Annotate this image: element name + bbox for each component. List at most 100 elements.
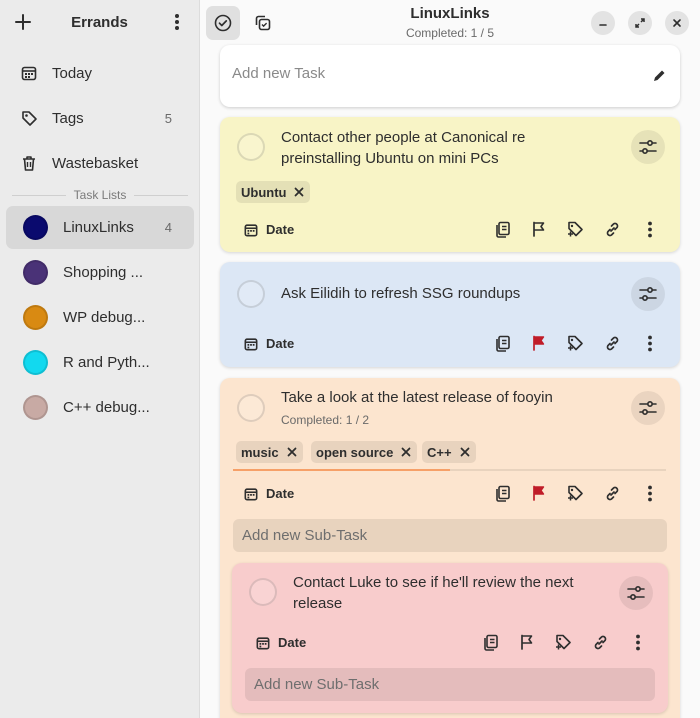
sidebar-list-cpp-debug[interactable]: C++ debug...: [6, 386, 194, 429]
calendar-icon: [256, 636, 270, 649]
toggle-completed-button[interactable]: [206, 6, 240, 40]
notes-icon: [496, 335, 510, 352]
task-title[interactable]: Contact other people at Canonical re pre…: [281, 127, 611, 169]
task-lists-section-header: Task Lists: [12, 188, 188, 202]
list-name: C++ debug...: [63, 399, 150, 416]
task-details-button[interactable]: [631, 130, 665, 164]
add-tag-button[interactable]: [562, 330, 588, 356]
sidebar-list-wp-debug[interactable]: WP debug...: [6, 296, 194, 339]
sidebar-list-r-python[interactable]: R and Pyth...: [6, 341, 194, 384]
flag-icon: [533, 221, 545, 237]
tag-add-icon: [567, 335, 583, 350]
list-name: WP debug...: [63, 309, 146, 326]
task-details-button[interactable]: [631, 277, 665, 311]
priority-button[interactable]: [526, 330, 552, 356]
tag-icon: [20, 109, 38, 127]
notes-icon: [484, 634, 498, 651]
notes-button[interactable]: [478, 629, 504, 655]
calendar-icon: [244, 223, 258, 236]
sidebar: Errands Today Tags 5 Wastebasket Task Li…: [0, 0, 200, 718]
add-subtask-entry: [245, 668, 655, 701]
add-tag-button[interactable]: [550, 629, 576, 655]
flag-icon: [521, 634, 533, 650]
sidebar-item-today[interactable]: Today: [6, 53, 194, 93]
link-icon: [606, 486, 618, 500]
add-tag-button[interactable]: [562, 480, 588, 506]
tag-chip: Ubuntu: [236, 181, 311, 203]
more-options-button[interactable]: [625, 629, 651, 655]
notes-button[interactable]: [490, 216, 516, 242]
sidebar-item-wastebasket[interactable]: Wastebasket: [6, 143, 194, 183]
notes-icon: [496, 485, 510, 502]
remove-tag-icon[interactable]: [458, 445, 472, 459]
more-options-button[interactable]: [637, 480, 663, 506]
date-label: Date: [266, 336, 295, 351]
date-button[interactable]: Date: [256, 635, 306, 650]
date-label: Date: [266, 222, 295, 237]
more-options-button[interactable]: [637, 330, 663, 356]
section-label: Task Lists: [73, 188, 127, 202]
notes-button[interactable]: [490, 330, 516, 356]
remove-tag-icon[interactable]: [292, 185, 306, 199]
more-vertical-icon: [636, 634, 640, 650]
remove-tag-icon[interactable]: [399, 445, 413, 459]
add-tag-button[interactable]: [562, 216, 588, 242]
task-title[interactable]: Take a look at the latest release of foo…: [281, 387, 611, 408]
list-name: Shopping ...: [63, 264, 144, 281]
calendar-icon: [244, 337, 258, 350]
divider: [12, 194, 66, 196]
attachments-button[interactable]: [599, 330, 625, 356]
close-button[interactable]: [665, 11, 689, 35]
task-title-line: preinstalling Ubuntu on mini PCs: [281, 150, 499, 167]
tag-label: music: [241, 444, 279, 460]
priority-button[interactable]: [526, 216, 552, 242]
date-button[interactable]: Date: [244, 222, 294, 237]
tag-add-icon: [567, 221, 583, 236]
task-title-line: release: [293, 595, 343, 612]
maximize-icon: [635, 18, 645, 28]
tag-label: open source: [316, 444, 394, 460]
more-options-button[interactable]: [637, 216, 663, 242]
divider: [134, 194, 188, 196]
more-vertical-icon: [648, 335, 652, 351]
notes-button[interactable]: [490, 480, 516, 506]
task-complete-checkbox[interactable]: [237, 394, 265, 422]
task-title[interactable]: Ask Eilidih to refresh SSG roundups: [281, 283, 611, 304]
minimize-button[interactable]: [591, 11, 615, 35]
flag-filled-icon: [533, 335, 545, 351]
task-title-line: Contact Luke to see if he'll review the …: [293, 574, 574, 591]
priority-button[interactable]: [526, 480, 552, 506]
add-task-input[interactable]: [232, 65, 632, 82]
sidebar-list-linuxlinks[interactable]: LinuxLinks 4: [6, 206, 194, 249]
edit-icon[interactable]: [650, 67, 668, 85]
notes-icon: [496, 221, 510, 238]
task-complete-checkbox[interactable]: [237, 280, 265, 308]
task-details-button[interactable]: [619, 576, 653, 610]
tags-count: 5: [164, 110, 172, 126]
task-complete-checkbox[interactable]: [237, 133, 265, 161]
sidebar-list-shopping[interactable]: Shopping ...: [6, 251, 194, 294]
attachments-button[interactable]: [599, 216, 625, 242]
date-button[interactable]: Date: [244, 336, 294, 351]
list-color-dot: [23, 215, 48, 240]
attachments-button[interactable]: [587, 629, 613, 655]
sidebar-item-tags[interactable]: Tags 5: [6, 98, 194, 138]
task-title[interactable]: Contact Luke to see if he'll review the …: [293, 572, 613, 614]
add-subtask-input[interactable]: [254, 676, 634, 693]
priority-button[interactable]: [514, 629, 540, 655]
list-name: R and Pyth...: [63, 354, 150, 371]
attachments-button[interactable]: [599, 480, 625, 506]
add-subtask-input[interactable]: [242, 527, 622, 544]
settings-sliders-icon: [639, 139, 657, 155]
main-menu-button[interactable]: [164, 9, 190, 35]
task-details-button[interactable]: [631, 391, 665, 425]
toggle-expanded-button[interactable]: [246, 6, 280, 40]
task-card: Contact other people at Canonical re pre…: [220, 117, 680, 252]
list-color-dot: [23, 260, 48, 285]
check-circle-icon: [214, 14, 232, 32]
remove-tag-icon[interactable]: [285, 445, 299, 459]
maximize-button[interactable]: [628, 11, 652, 35]
more-vertical-icon: [648, 485, 652, 501]
task-complete-checkbox[interactable]: [249, 578, 277, 606]
date-button[interactable]: Date: [244, 486, 294, 501]
